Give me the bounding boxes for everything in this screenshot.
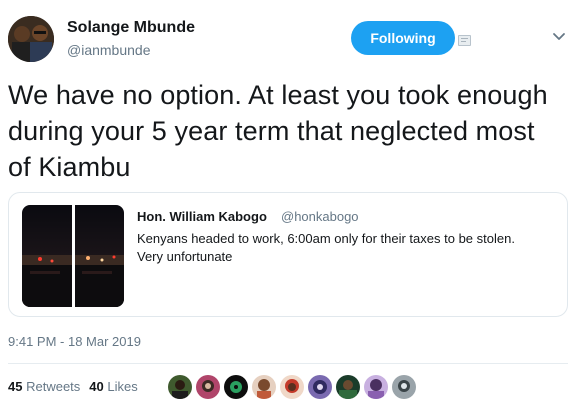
tweet-timestamp[interactable]: 9:41 PM - 18 Mar 2019 [8, 334, 141, 349]
liker-avatar[interactable] [251, 374, 277, 400]
liker-avatar[interactable] [307, 374, 333, 400]
divider [8, 363, 568, 364]
tweet-text-line: during your 5 year term that neglected m… [8, 116, 535, 146]
tweet-text: We have no option. At least you took eno… [8, 77, 573, 185]
quoted-text-line: Very unfortunate [137, 249, 233, 264]
tweet-stats: 45 Retweets 40 Likes [8, 379, 138, 394]
author-handle[interactable]: @ianmbunde [67, 42, 151, 58]
liker-avatar[interactable] [167, 374, 193, 400]
author-name[interactable]: Solange Mbunde [67, 19, 195, 37]
retweets-count: 45 [8, 379, 23, 394]
likes-label: Likes [107, 379, 138, 394]
retweets-label: Retweets [26, 379, 81, 394]
liker-avatar[interactable] [195, 374, 221, 400]
tweet-text-line: We have no option. At least you took eno… [8, 80, 548, 110]
likes-count: 40 [89, 379, 104, 394]
liker-avatar[interactable] [335, 374, 361, 400]
quoted-text-line: Kenyans headed to work, 6:00am only for … [137, 231, 515, 246]
likes-stat[interactable]: 40 Likes [89, 379, 137, 394]
liker-avatar[interactable] [279, 374, 305, 400]
liker-avatar[interactable] [391, 374, 417, 400]
quoted-author-name[interactable]: Hon. William Kabogo [137, 209, 267, 224]
liker-avatar[interactable] [223, 374, 249, 400]
quoted-author-handle[interactable]: @honkabogo [281, 209, 359, 224]
quoted-tweet[interactable]: Hon. William Kabogo @honkabogo Kenyans h… [8, 192, 568, 317]
caption-badge-icon [458, 35, 471, 46]
retweets-stat[interactable]: 45 Retweets [8, 379, 80, 394]
quoted-tweet-text: Kenyans headed to work, 6:00am only for … [137, 230, 557, 266]
liker-avatar[interactable] [363, 374, 389, 400]
following-button[interactable]: Following [351, 21, 455, 55]
author-avatar[interactable] [8, 16, 54, 62]
quoted-tweet-image[interactable] [22, 205, 124, 307]
tweet-text-line: of Kiambu [8, 152, 131, 182]
chevron-down-icon[interactable] [552, 32, 566, 42]
